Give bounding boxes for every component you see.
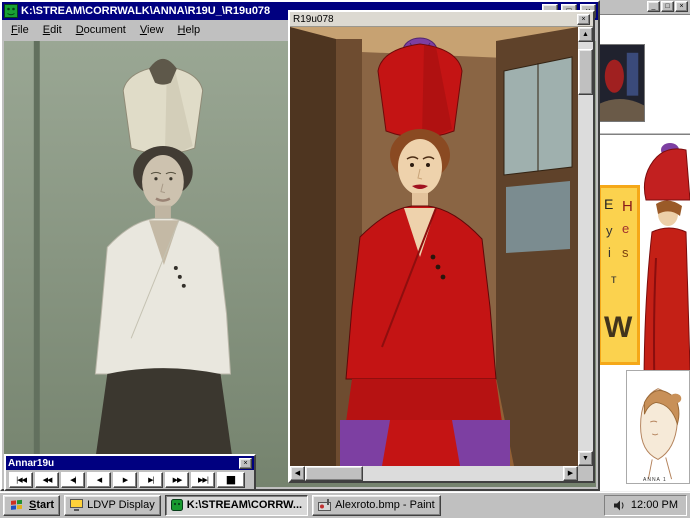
windows-logo-icon bbox=[9, 498, 25, 512]
step-forward-button[interactable]: ▶| bbox=[139, 472, 163, 488]
horizontal-scroll-thumb[interactable] bbox=[305, 466, 363, 481]
taskbar-item-stream[interactable]: K:\STREAM\CORRW... bbox=[165, 495, 308, 516]
artwork-caption: ANNA 1 bbox=[643, 477, 667, 483]
scroll-left-icon[interactable]: ◀ bbox=[290, 466, 305, 481]
step-back-button[interactable]: ◀| bbox=[61, 472, 85, 488]
player-controls: |◀◀ ◀◀ ◀| ◀ ▶ ▶| ▶▶ ▶▶| ■ bbox=[6, 470, 254, 489]
clock[interactable]: 12:00 PM bbox=[631, 499, 678, 511]
scroll-down-icon[interactable]: ▼ bbox=[578, 451, 593, 466]
close-button[interactable]: × bbox=[675, 1, 688, 12]
svg-text:H: H bbox=[622, 198, 633, 215]
image-window-title: R19u078 bbox=[293, 14, 577, 25]
player-title: Annar19u bbox=[8, 458, 239, 469]
close-button[interactable]: × bbox=[577, 14, 590, 25]
play-button[interactable]: ▶ bbox=[113, 472, 137, 488]
stop-button[interactable]: ■ bbox=[217, 472, 245, 488]
desktop: _ □ × E H y e i s т W bbox=[0, 0, 690, 518]
image-window: R19u078 × bbox=[288, 10, 595, 483]
maximize-button[interactable]: □ bbox=[661, 1, 674, 12]
taskbar-item-paint[interactable]: Alexroto.bmp - Paint bbox=[312, 495, 441, 516]
paint-icon bbox=[318, 499, 331, 511]
svg-text:i: i bbox=[608, 245, 611, 260]
start-label: Start bbox=[29, 499, 54, 511]
background-art-window[interactable]: _ □ × E H y e i s т W bbox=[594, 0, 690, 491]
scroll-right-icon[interactable]: ▶ bbox=[563, 466, 578, 481]
start-button[interactable]: Start bbox=[3, 495, 60, 516]
player-titlebar[interactable]: Annar19u × bbox=[6, 456, 254, 470]
green-app-icon bbox=[171, 499, 183, 511]
menu-help[interactable]: Help bbox=[171, 22, 208, 38]
taskbar-item-label: K:\STREAM\CORRW... bbox=[187, 499, 302, 511]
color-painting-canvas[interactable] bbox=[290, 27, 578, 466]
menu-document[interactable]: Document bbox=[69, 22, 133, 38]
window-edge bbox=[595, 132, 690, 135]
skip-start-button[interactable]: |◀◀ bbox=[9, 472, 33, 488]
dark-poster-thumbnail bbox=[599, 44, 645, 122]
taskbar-item-ldvp[interactable]: LDVP Display bbox=[64, 495, 161, 516]
orange-letter-card: E H y e i s т W bbox=[598, 185, 640, 365]
close-button[interactable]: × bbox=[239, 458, 252, 469]
menu-edit[interactable]: Edit bbox=[36, 22, 69, 38]
svg-text:s: s bbox=[622, 245, 629, 260]
play-back-button[interactable]: ◀ bbox=[87, 472, 111, 488]
menu-file[interactable]: File bbox=[4, 22, 36, 38]
taskbar-item-label: Alexroto.bmp - Paint bbox=[335, 499, 435, 511]
color-painting bbox=[290, 27, 578, 466]
resize-corner[interactable] bbox=[578, 466, 593, 481]
minimize-button[interactable]: _ bbox=[647, 1, 660, 12]
vertical-scroll-thumb[interactable] bbox=[578, 49, 593, 95]
rewind-button[interactable]: ◀◀ bbox=[35, 472, 59, 488]
app-icon bbox=[4, 4, 18, 18]
fast-forward-button[interactable]: ▶▶ bbox=[165, 472, 189, 488]
taskbar-item-label: LDVP Display bbox=[87, 499, 155, 511]
scroll-track[interactable] bbox=[363, 466, 563, 481]
player-window: Annar19u × |◀◀ ◀◀ ◀| ◀ ▶ ▶| ▶▶ ▶▶| ■ bbox=[4, 454, 256, 491]
svg-text:E: E bbox=[604, 196, 613, 212]
display-icon bbox=[70, 499, 83, 511]
scroll-up-icon[interactable]: ▲ bbox=[578, 27, 593, 42]
speaker-icon[interactable] bbox=[613, 500, 625, 511]
vertical-scrollbar[interactable]: ▲ ▼ bbox=[578, 27, 593, 466]
svg-text:т: т bbox=[611, 272, 617, 286]
svg-text:y: y bbox=[606, 223, 613, 238]
taskbar: Start LDVP Display K:\STREAM\CORRW... bbox=[0, 491, 690, 518]
horizontal-scrollbar[interactable]: ◀ ▶ bbox=[290, 466, 578, 481]
system-tray: 12:00 PM bbox=[604, 495, 687, 516]
svg-text:W: W bbox=[604, 311, 633, 344]
skip-end-button[interactable]: ▶▶| bbox=[191, 472, 215, 488]
background-window-titlebar: _ □ × bbox=[595, 0, 690, 15]
menu-view[interactable]: View bbox=[133, 22, 171, 38]
svg-text:e: e bbox=[622, 221, 629, 236]
image-window-titlebar[interactable]: R19u078 × bbox=[290, 12, 593, 27]
pencil-sketch-head bbox=[626, 370, 690, 484]
